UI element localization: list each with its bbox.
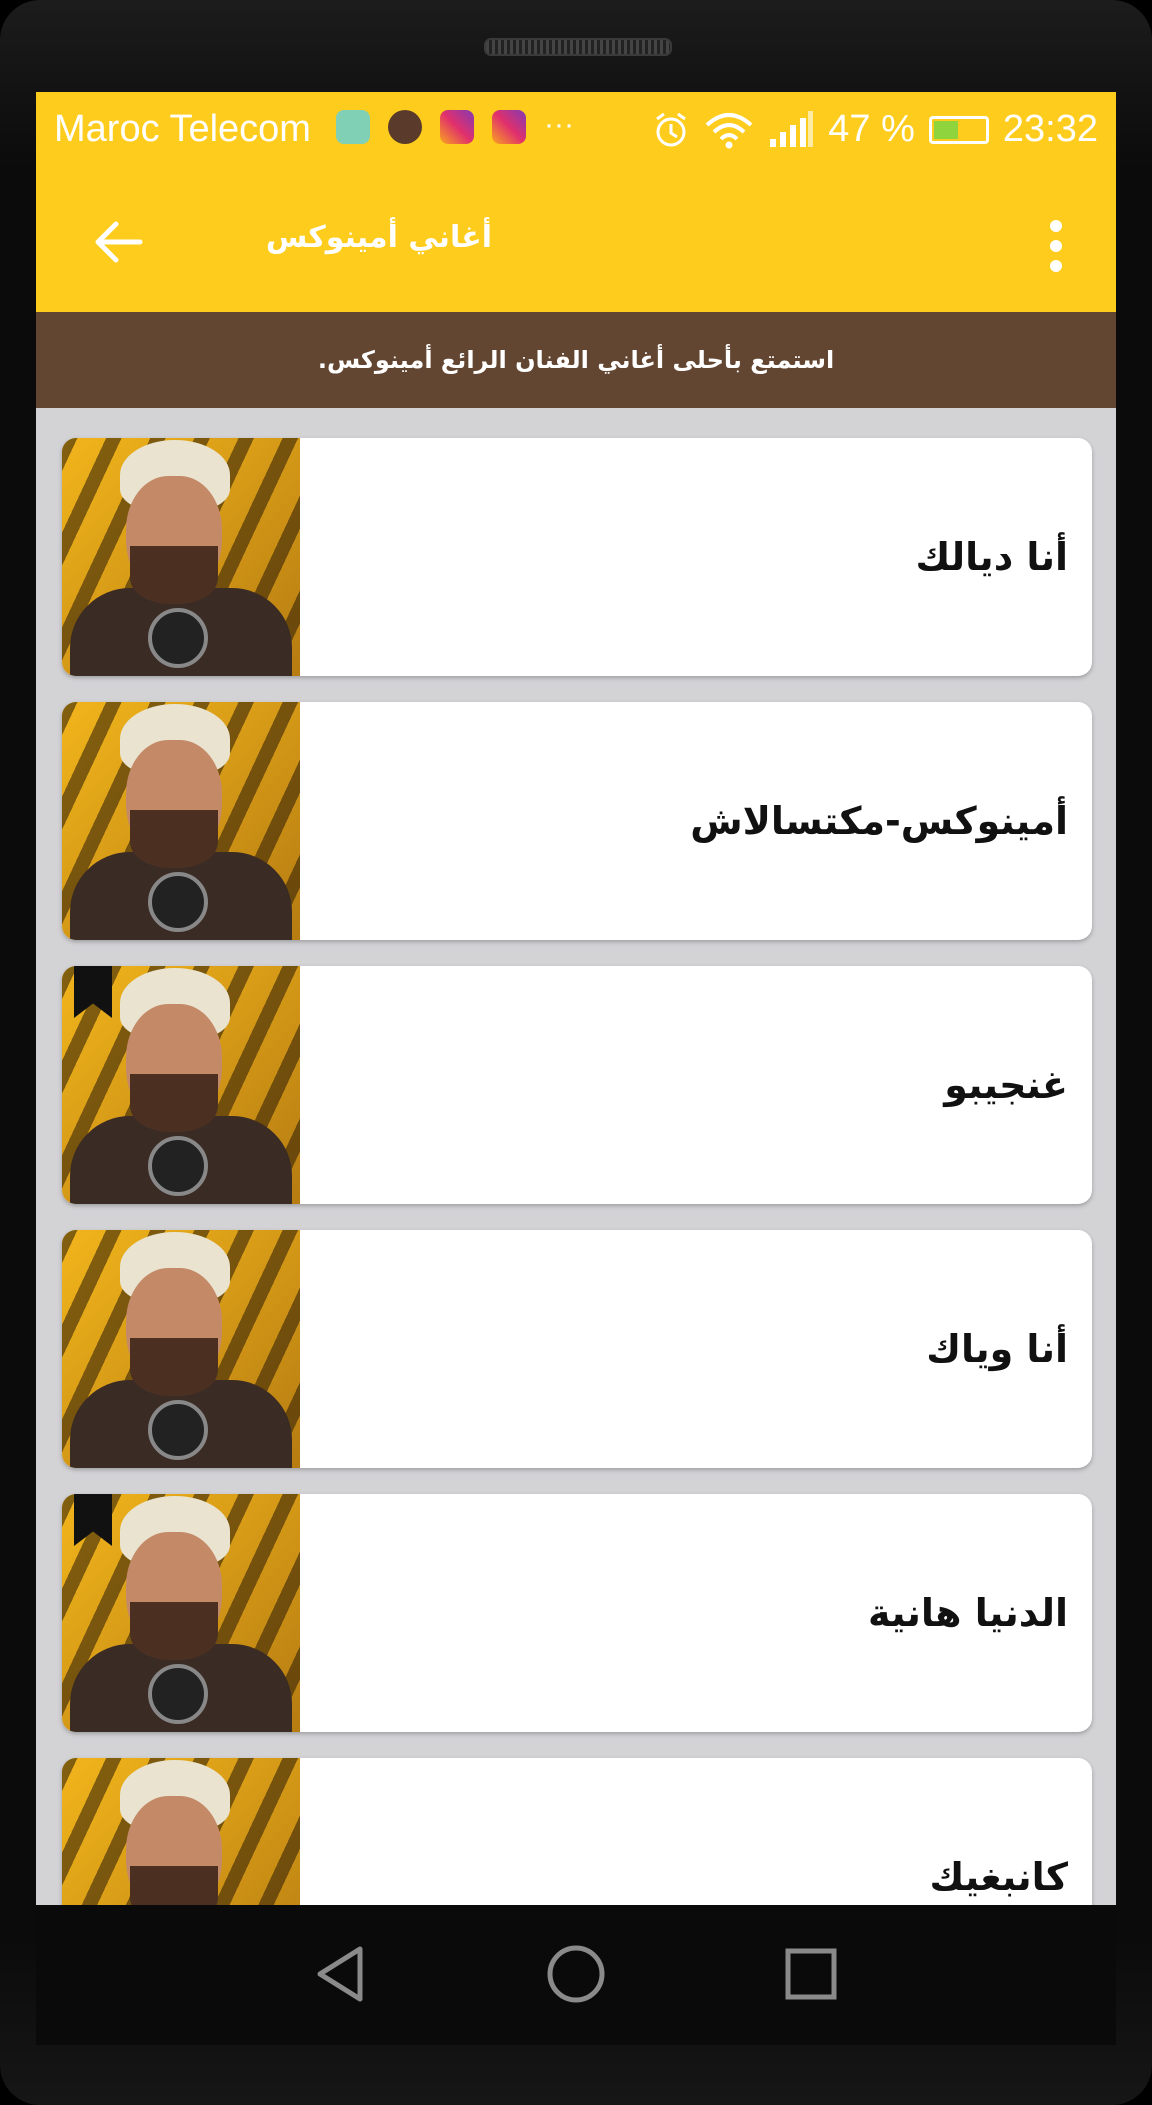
- nav-recents-icon: [785, 1948, 837, 2000]
- overflow-menu-button[interactable]: [1044, 218, 1068, 274]
- app-toolbar: أغاني أمينوكس: [36, 168, 1116, 312]
- alarm-icon: [656, 112, 687, 146]
- instagram-icon: [440, 110, 474, 144]
- speaker-grille: [484, 38, 672, 56]
- battery-charging-icon: [928, 115, 989, 144]
- song-card[interactable]: أنا ديالك: [62, 438, 1092, 676]
- song-card[interactable]: الدنيا هانية: [62, 1494, 1092, 1732]
- song-title: أنا ديالك: [915, 535, 1068, 579]
- nav-recents-button[interactable]: [776, 1939, 846, 2009]
- system-nav-bar: [36, 1905, 1116, 2045]
- song-title: أمينوكس-مكتسالاش: [690, 799, 1068, 843]
- nav-home-button[interactable]: [541, 1939, 611, 2009]
- song-card[interactable]: أنا وياك: [62, 1230, 1092, 1468]
- clock: 23:32: [1002, 108, 1098, 150]
- description-banner: استمتع بأحلى أغاني الفنان الرائع أمينوكس…: [36, 312, 1116, 408]
- more-vert-icon: [1050, 220, 1062, 272]
- song-title: أنا وياك: [926, 1327, 1068, 1371]
- artist-thumbnail: [62, 1230, 300, 1468]
- arrow-left-icon: [95, 221, 143, 263]
- system-icons: 47 % 23:32: [652, 108, 1098, 151]
- phone-frame: Maroc Telecom ··· 47 % 23:32 أغاني أمينو…: [0, 0, 1152, 2105]
- song-card[interactable]: كانبغيك: [62, 1758, 1092, 1905]
- instagram-icon: [492, 110, 526, 144]
- song-title: غنجيبو: [944, 1063, 1068, 1107]
- back-button[interactable]: [88, 212, 148, 272]
- android-debug-icon: [336, 110, 370, 144]
- song-card[interactable]: أمينوكس-مكتسالاش: [62, 702, 1092, 940]
- song-card[interactable]: غنجيبو: [62, 966, 1092, 1204]
- nav-back-icon: [317, 1946, 363, 2002]
- nav-home-icon: [547, 1945, 605, 2003]
- carrier-name: Maroc Telecom: [54, 108, 311, 150]
- notification-icons: ···: [336, 110, 574, 144]
- artist-thumbnail: [62, 1758, 300, 1905]
- song-title: الدنيا هانية: [868, 1591, 1068, 1635]
- fox-app-icon: [388, 110, 422, 144]
- nav-back-button[interactable]: [308, 1939, 378, 2009]
- battery-percent: 47 %: [828, 108, 915, 150]
- more-notifications-icon: ···: [544, 108, 574, 141]
- page-title: أغاني أمينوكس: [265, 220, 492, 255]
- status-bar: Maroc Telecom ··· 47 % 23:32: [36, 92, 1116, 168]
- wifi-icon: [705, 112, 753, 148]
- artist-thumbnail: [62, 702, 300, 940]
- song-title: كانبغيك: [929, 1855, 1069, 1899]
- artist-thumbnail: [62, 438, 300, 676]
- signal-icon: [770, 110, 814, 147]
- screen: Maroc Telecom ··· 47 % 23:32 أغاني أمينو…: [36, 92, 1116, 1905]
